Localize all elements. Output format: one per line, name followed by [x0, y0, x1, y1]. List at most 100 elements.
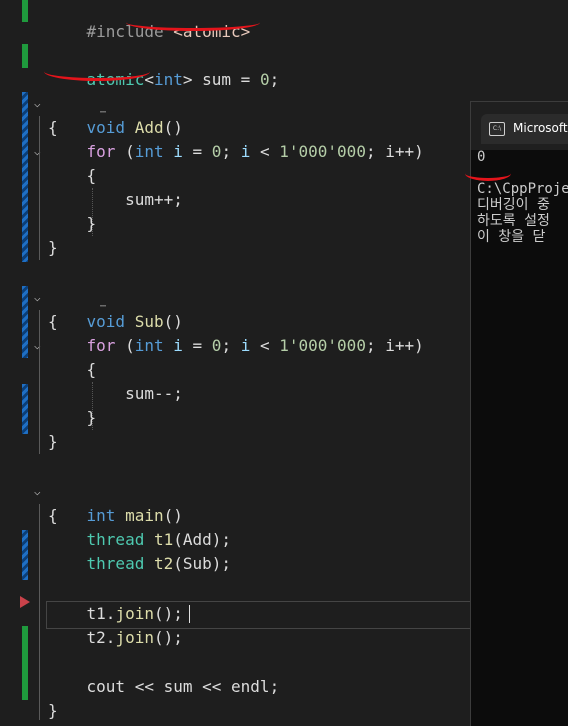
code-line-add-signature[interactable]: void Add()	[48, 92, 183, 137]
for-keyword: for	[86, 336, 116, 355]
close-brace: }	[86, 214, 97, 233]
for-open: (	[115, 336, 135, 355]
code-line-thread-t1[interactable]: thread t1(Add);	[48, 528, 232, 552]
cout-stream: cout <<	[86, 677, 164, 696]
parens: ()	[163, 312, 183, 331]
fold-chevron-icon[interactable]: ⌵	[34, 292, 44, 303]
console-window[interactable]: C:\ Microsoft 0 C:\CppProje 디버깅이 중 하도록 설…	[465, 101, 568, 726]
int-keyword: int	[153, 70, 183, 89]
less-than-op: <	[250, 336, 280, 355]
code-line-t2-join[interactable]: t2.join();	[48, 626, 183, 650]
annotation-underline	[44, 62, 150, 81]
code-line-main-signature[interactable]: int main()	[48, 480, 183, 525]
code-line-brace: }	[48, 699, 58, 723]
semicolon: ;	[269, 70, 280, 89]
loop-increment: ; i++)	[365, 142, 424, 161]
code-line-sum-dec[interactable]: sum--;	[48, 382, 183, 406]
loop-var: i	[240, 336, 251, 355]
fold-guide	[39, 310, 40, 454]
annotation-underline	[465, 166, 511, 181]
assign-op: =	[182, 336, 212, 355]
console-message-line: 이 창을 닫	[477, 229, 546, 245]
console-titlebar[interactable]: C:\ Microsoft	[471, 102, 568, 150]
console-tab[interactable]: C:\ Microsoft	[481, 114, 568, 144]
loop-var: i	[173, 142, 183, 161]
for-keyword: for	[86, 142, 116, 161]
close-brace: }	[48, 238, 58, 257]
terminal-icon: C:\	[489, 122, 505, 136]
sum-increment: sum++;	[125, 190, 183, 209]
fold-chevron-icon[interactable]: ⌵	[34, 98, 44, 109]
codelens-dots[interactable]: ⋯	[100, 107, 107, 118]
int-keyword: int	[134, 336, 164, 355]
change-bar	[22, 44, 28, 68]
annotation-underline	[126, 14, 260, 31]
thread-type: thread	[86, 554, 145, 573]
text-caret	[189, 605, 190, 623]
code-line-thread-t2[interactable]: thread t2(Sub);	[48, 552, 232, 576]
t2-args: (Sub);	[173, 554, 232, 573]
console-tab-title: Microsoft	[513, 121, 568, 135]
fold-chevron-icon[interactable]: ⌵	[34, 486, 44, 497]
code-line-sub-signature[interactable]: void Sub()	[48, 286, 183, 331]
void-keyword: void	[86, 118, 126, 137]
code-line-brace: {	[48, 310, 58, 334]
change-bar	[22, 384, 28, 434]
thread-type: thread	[86, 530, 145, 549]
codelens-dots[interactable]: ⋯	[100, 301, 107, 312]
code-line-brace: {	[48, 116, 58, 140]
separator: ;	[221, 336, 241, 355]
t2-object: t2	[86, 628, 106, 647]
join-call: ();	[153, 604, 183, 623]
zero-literal: 0	[259, 70, 270, 89]
code-line-for[interactable]: for (int i = 0; i < 1'000'000; i++)	[48, 334, 424, 358]
change-bar	[22, 626, 28, 700]
code-line-sum-inc[interactable]: sum++;	[48, 188, 183, 212]
less-than-op: <	[250, 142, 280, 161]
code-line-brace: {	[48, 358, 97, 382]
separator: ;	[221, 142, 241, 161]
cout-sum: sum	[163, 677, 193, 696]
int-keyword: int	[86, 506, 116, 525]
sub-function-name: Sub	[134, 312, 164, 331]
void-keyword: void	[86, 312, 126, 331]
code-line-t1-join[interactable]: t1.join();	[48, 602, 183, 626]
t1-args: (Add);	[173, 530, 232, 549]
for-open: (	[115, 142, 135, 161]
close-brace: }	[86, 408, 97, 427]
member-dot: .	[105, 628, 116, 647]
loop-var: i	[173, 336, 183, 355]
console-message-line: 하도록 설정	[477, 213, 550, 229]
int-keyword: int	[134, 142, 164, 161]
parens: ()	[163, 118, 183, 137]
close-brace: }	[48, 432, 58, 451]
code-line-brace: }	[48, 212, 97, 236]
code-line-brace: {	[48, 164, 97, 188]
code-line-brace: {	[48, 504, 58, 528]
change-bar	[22, 92, 28, 262]
open-brace: {	[86, 166, 97, 185]
code-line-brace: }	[48, 406, 97, 430]
code-line-brace: }	[48, 236, 58, 260]
change-bar	[22, 530, 28, 580]
parens: ()	[163, 506, 183, 525]
cout-endl: << endl;	[192, 677, 280, 696]
loop-limit: 1'000'000	[279, 142, 366, 161]
open-brace: {	[48, 118, 58, 137]
code-line-cout[interactable]: cout << sum << endl;	[48, 675, 280, 699]
sum-decl: sum =	[192, 70, 260, 89]
console-message-line: 디버깅이 중	[477, 197, 550, 213]
add-function-name: Add	[134, 118, 164, 137]
sum-decrement: sum--;	[125, 384, 183, 403]
code-line-for[interactable]: for (int i = 0; i < 1'000'000; i++)	[48, 140, 424, 164]
t1-object: t1	[86, 604, 106, 623]
fold-guide	[39, 504, 40, 720]
t2-variable: t2	[153, 554, 174, 573]
change-bar	[22, 0, 28, 22]
change-bar	[22, 286, 28, 358]
breakpoint-arrow-icon[interactable]	[20, 596, 30, 608]
fold-guide	[39, 116, 40, 260]
open-brace: {	[48, 506, 58, 525]
join-call: ();	[153, 628, 183, 647]
zero-literal: 0	[211, 142, 222, 161]
